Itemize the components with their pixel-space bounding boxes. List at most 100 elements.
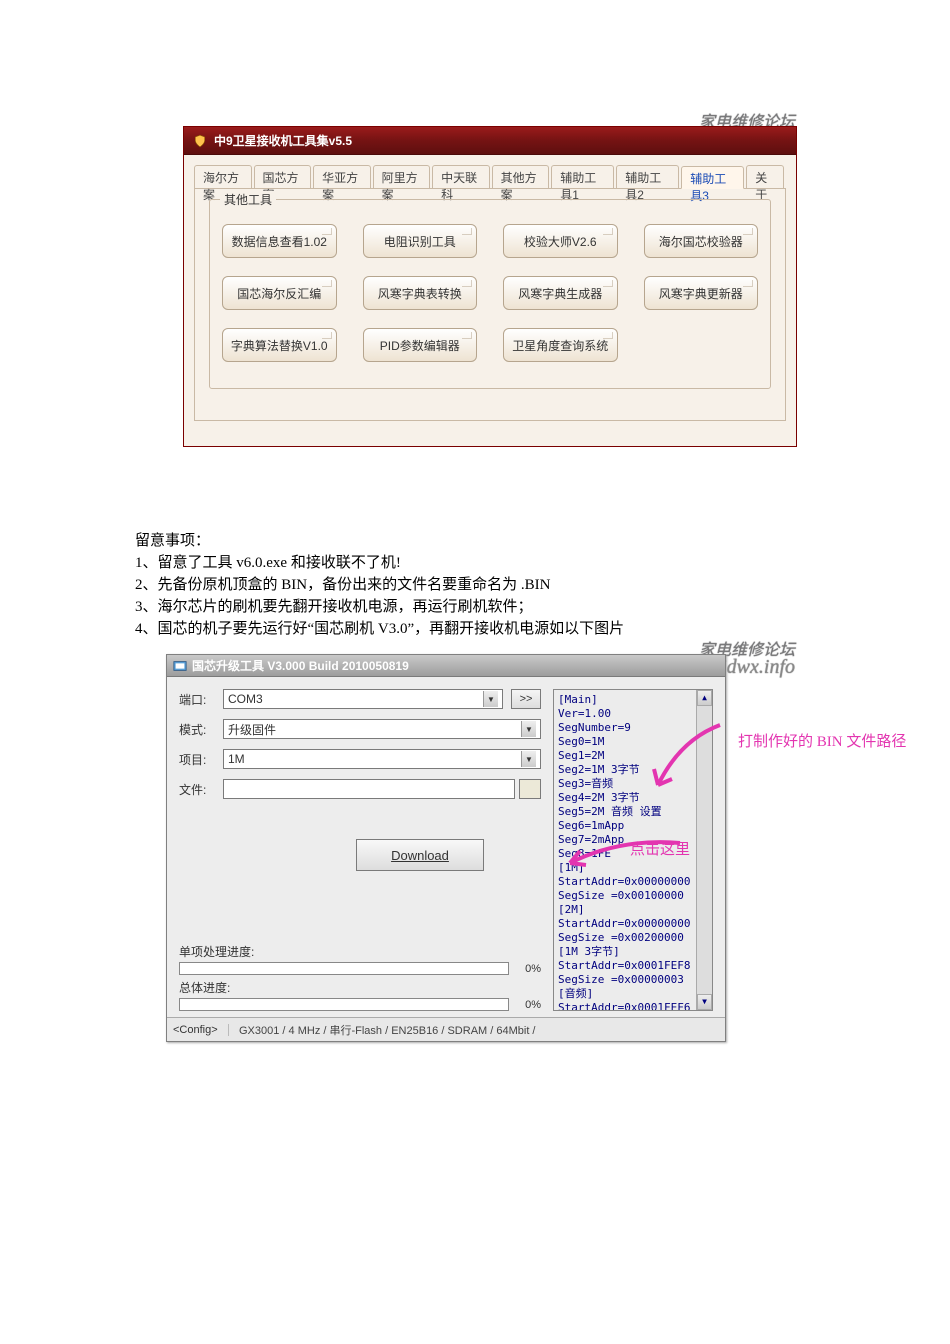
app1-window: 中9卫星接收机工具集v5.5 海尔方案 国芯方案 华亚方案 阿里方案 中天联科 …: [183, 126, 797, 447]
single-progress-label: 单项处理进度:: [179, 943, 541, 960]
log-line: Seg8=1FE: [558, 847, 708, 861]
progress-area: 单项处理进度: 0% 总体进度: 0%: [179, 939, 541, 1011]
chevron-down-icon: ▼: [483, 691, 498, 707]
status-chipinfo: GX3001 / 4 MHz / 串行-Flash / EN25B16 / SD…: [239, 1022, 719, 1038]
tab-aux1[interactable]: 辅助工具1: [551, 165, 614, 188]
file-label: 文件:: [179, 781, 223, 798]
item-label: 项目:: [179, 751, 223, 768]
single-progress-bar: [179, 962, 509, 975]
tool-grid: 数据信息查看1.02 电阻识别工具 校验大师V2.6 海尔国芯校验器 国芯海尔反…: [222, 218, 758, 362]
log-line: [2M]: [558, 903, 708, 917]
log-line: SegSize =0x00100000: [558, 889, 708, 903]
tool-sat-angle[interactable]: 卫星角度查询系统: [503, 328, 618, 362]
mode-select[interactable]: 升级固件 ▼: [223, 719, 541, 739]
tab-zhongtian[interactable]: 中天联科: [432, 165, 490, 188]
app1-body: 海尔方案 国芯方案 华亚方案 阿里方案 中天联科 其他方案 辅助工具1 辅助工具…: [184, 155, 796, 446]
tool-dict-convert[interactable]: 风寒字典表转换: [363, 276, 478, 310]
log-line: [1M 3字节]: [558, 945, 708, 959]
app2-icon: [173, 659, 187, 673]
port-select[interactable]: COM3 ▼: [223, 689, 503, 709]
tool-data-info[interactable]: 数据信息查看1.02: [222, 224, 337, 258]
chevron-down-icon: ▼: [521, 751, 536, 767]
overall-progress-row: 总体进度: 0%: [179, 979, 541, 1011]
app2-body: 端口: COM3 ▼ >> 模式: 升级固件 ▼ 项目: 1M ▼: [167, 677, 725, 1017]
row-mode: 模式: 升级固件 ▼: [179, 719, 541, 739]
tool-pid-editor[interactable]: PID参数编辑器: [363, 328, 478, 362]
item-value: 1M: [228, 752, 245, 766]
log-line: [1M]: [558, 861, 708, 875]
tool-dict-replace[interactable]: 字典算法替换V1.0: [222, 328, 337, 362]
single-progress-pct: 0%: [515, 963, 541, 975]
app1-tabbar: 海尔方案 国芯方案 华亚方案 阿里方案 中天联科 其他方案 辅助工具1 辅助工具…: [194, 165, 786, 189]
shield-icon: [192, 133, 208, 149]
log-line: [音频]: [558, 987, 708, 1001]
notes-line-3: 3、海尔芯片的刷机要先翻开接收机电源，再运行刷机软件；: [135, 596, 805, 618]
notes-line-1: 1、留意了工具 v6.0.exe 和接收联不了机!: [135, 552, 805, 574]
tab-guoxin[interactable]: 国芯方案: [254, 165, 312, 188]
overall-progress-label: 总体进度:: [179, 979, 541, 996]
scroll-down-icon[interactable]: ▼: [697, 994, 712, 1010]
log-line: SegNumber=9: [558, 721, 708, 735]
app2-left-panel: 端口: COM3 ▼ >> 模式: 升级固件 ▼ 项目: 1M ▼: [179, 689, 541, 1011]
log-line: SegSize =0x00200000: [558, 931, 708, 945]
log-line: SegSize =0x00000003: [558, 973, 708, 987]
scroll-up-icon[interactable]: ▲: [697, 690, 712, 706]
notes-heading: 留意事项：: [135, 530, 805, 552]
port-label: 端口:: [179, 691, 223, 708]
port-value: COM3: [228, 692, 263, 706]
app2-statusbar: <Config> GX3001 / 4 MHz / 串行-Flash / EN2…: [167, 1017, 725, 1041]
log-line: Seg0=1M: [558, 735, 708, 749]
log-line: StartAddr=0x0001FEF6: [558, 1001, 708, 1011]
app2-right-panel: [Main] Ver=1.00 SegNumber=9 Seg0=1M Seg1…: [553, 689, 713, 1011]
tab-aux2[interactable]: 辅助工具2: [616, 165, 679, 188]
tool-disasm[interactable]: 国芯海尔反汇编: [222, 276, 337, 310]
tab-ali[interactable]: 阿里方案: [373, 165, 431, 188]
log-line: Seg4=2M 3字节: [558, 791, 708, 805]
overall-progress-bar: [179, 998, 509, 1011]
annotation-bin-path: 打制作好的 BIN 文件路径: [738, 730, 906, 751]
tool-dict-update[interactable]: 风寒字典更新器: [644, 276, 759, 310]
chevron-down-icon: ▼: [521, 721, 536, 737]
tool-haier-verifier[interactable]: 海尔国芯校验器: [644, 224, 759, 258]
log-line: StartAddr=0x0001FEF8: [558, 959, 708, 973]
file-browse-button[interactable]: [519, 779, 541, 799]
log-line: Seg6=1mApp: [558, 819, 708, 833]
log-line: Seg2=1M 3字节: [558, 763, 708, 777]
tool-dict-gen[interactable]: 风寒字典生成器: [503, 276, 618, 310]
overall-progress-pct: 0%: [515, 999, 541, 1011]
item-select[interactable]: 1M ▼: [223, 749, 541, 769]
notes-line-2: 2、先备份原机顶盒的 BIN，备份出来的文件名要重命名为 .BIN: [135, 574, 805, 596]
status-config: <Config>: [173, 1024, 229, 1036]
log-line: Seg7=2mApp: [558, 833, 708, 847]
log-scrollbar[interactable]: ▲ ▼: [696, 690, 712, 1010]
download-button[interactable]: Download: [356, 839, 484, 871]
app1-title: 中9卫星接收机工具集v5.5: [214, 132, 352, 149]
port-refresh-button[interactable]: >>: [511, 689, 541, 709]
other-tools-group: 其他工具 数据信息查看1.02 电阻识别工具 校验大师V2.6 海尔国芯校验器 …: [209, 199, 771, 389]
row-item: 项目: 1M ▼: [179, 749, 541, 769]
file-input[interactable]: [223, 779, 515, 799]
app2-window: 国芯升级工具 V3.000 Build 2010050819 端口: COM3 …: [166, 654, 726, 1042]
log-line: Seg1=2M: [558, 749, 708, 763]
row-file: 文件:: [179, 779, 541, 799]
tool-resistor[interactable]: 电阻识别工具: [363, 224, 478, 258]
log-line: [Main]: [558, 693, 708, 707]
mode-value: 升级固件: [228, 721, 276, 738]
tab-aux3[interactable]: 辅助工具3: [681, 166, 744, 189]
notes-section: 留意事项： 1、留意了工具 v6.0.exe 和接收联不了机! 2、先备份原机顶…: [135, 530, 805, 640]
log-box[interactable]: [Main] Ver=1.00 SegNumber=9 Seg0=1M Seg1…: [553, 689, 713, 1011]
tab-about[interactable]: 关于: [746, 165, 784, 188]
log-line: StartAddr=0x00000000: [558, 875, 708, 889]
log-line: Seg5=2M 音频 设置: [558, 805, 708, 819]
log-line: Seg3=音频: [558, 777, 708, 791]
row-port: 端口: COM3 ▼ >>: [179, 689, 541, 709]
group-legend: 其他工具: [220, 191, 276, 208]
tab-haier[interactable]: 海尔方案: [194, 165, 252, 188]
single-progress-row: 单项处理进度: 0%: [179, 943, 541, 975]
tab-other[interactable]: 其他方案: [492, 165, 550, 188]
tool-verify-master[interactable]: 校验大师V2.6: [503, 224, 618, 258]
tab-huaya[interactable]: 华亚方案: [313, 165, 371, 188]
log-line: StartAddr=0x00000000: [558, 917, 708, 931]
app1-tab-content: 其他工具 数据信息查看1.02 电阻识别工具 校验大师V2.6 海尔国芯校验器 …: [194, 189, 786, 421]
app2-title: 国芯升级工具 V3.000 Build 2010050819: [192, 657, 409, 674]
